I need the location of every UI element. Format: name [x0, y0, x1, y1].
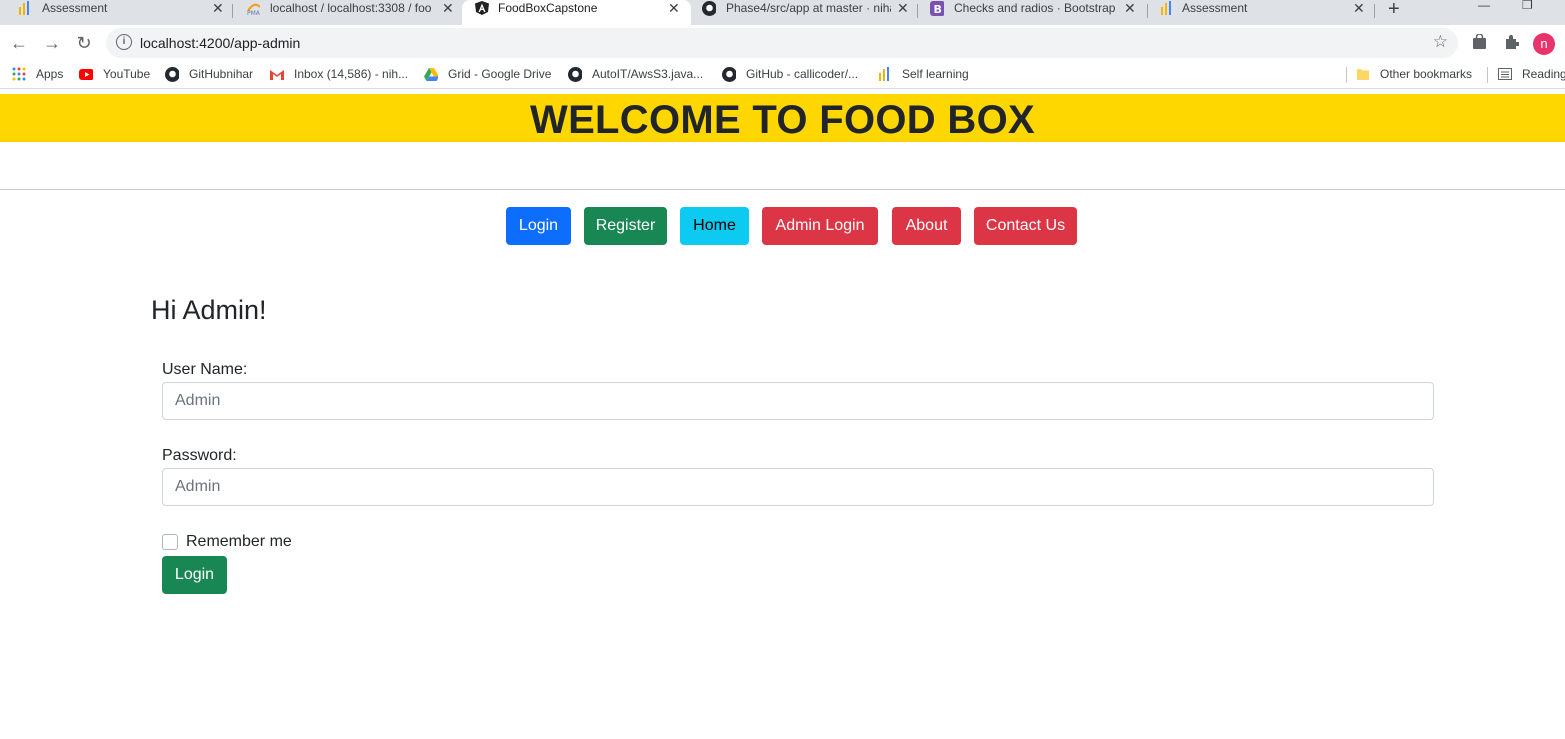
- address-bar[interactable]: i localhost:4200/app-admin ☆: [106, 28, 1458, 58]
- back-icon[interactable]: ←: [9, 33, 29, 53]
- bar-chart-icon: [1160, 1, 1174, 15]
- svg-text:B: B: [934, 3, 942, 16]
- gmail-icon: [270, 67, 284, 81]
- bookmark-star-icon[interactable]: ☆: [1433, 32, 1448, 52]
- bookmark-label: GitHubnihar: [189, 67, 254, 81]
- bookmark-callicoder[interactable]: GitHub - callicoder/...: [722, 66, 859, 82]
- bar-chart-icon: [18, 1, 32, 15]
- password-input[interactable]: Admin: [162, 468, 1434, 506]
- bookmark-apps[interactable]: Apps: [12, 67, 63, 81]
- close-icon[interactable]: ✕: [442, 0, 454, 16]
- tab-bootstrap[interactable]: B Checks and radios · Bootstrap v ✕: [919, 0, 1148, 25]
- bookmark-youtube[interactable]: YouTube: [79, 67, 150, 81]
- forward-icon[interactable]: →: [42, 33, 62, 53]
- tab-title: Phase4/src/app at master · niha: [726, 1, 891, 15]
- tab-github-phase4[interactable]: Phase4/src/app at master · niha ✕: [691, 0, 918, 25]
- info-icon[interactable]: i: [116, 34, 132, 50]
- bookmark-label: GitHub - callicoder/...: [746, 67, 859, 81]
- new-tab-button[interactable]: +: [1388, 0, 1400, 21]
- bookmark-githubnihar[interactable]: GitHubnihar: [165, 66, 254, 82]
- tab-strip: Assessment ✕ PMA localhost / localhost:3…: [0, 0, 1565, 25]
- minimize-icon[interactable]: —: [1478, 0, 1490, 12]
- tab-title: Assessment: [42, 1, 108, 15]
- bookmark-label: Grid - Google Drive: [448, 67, 552, 81]
- restore-icon[interactable]: ❐: [1522, 0, 1533, 12]
- folder-icon: [1356, 67, 1370, 81]
- tab-separator: [1374, 4, 1375, 18]
- divider: [0, 189, 1565, 190]
- bookmark-other[interactable]: Other bookmarks: [1356, 67, 1472, 81]
- admin-login-submit-button[interactable]: Login: [162, 556, 227, 594]
- nav-register-button[interactable]: Register: [584, 207, 667, 245]
- tab-phpmyadmin[interactable]: PMA localhost / localhost:3308 / foo ✕: [234, 0, 462, 25]
- close-icon[interactable]: ✕: [668, 0, 680, 16]
- bookmark-autoit[interactable]: AutoIT/AwsS3.java...: [568, 66, 704, 82]
- github-icon: [702, 0, 716, 16]
- angular-icon: [475, 1, 489, 15]
- shopping-bag-icon[interactable]: [1472, 33, 1487, 53]
- bookmark-grid-drive[interactable]: Grid - Google Drive: [424, 67, 551, 81]
- close-icon[interactable]: ✕: [212, 0, 224, 16]
- bookmark-label: Apps: [36, 67, 64, 81]
- browser-toolbar: ← → ↻ i localhost:4200/app-admin ☆: [0, 25, 1565, 61]
- bookmark-label: YouTube: [103, 67, 151, 81]
- banner-title: WELCOME TO FOOD BOX: [530, 98, 1035, 142]
- bookmark-divider: [1487, 67, 1488, 83]
- bookmark-label: AutoIT/AwsS3.java...: [592, 67, 704, 81]
- nav-login-button[interactable]: Login: [506, 207, 571, 245]
- bookmark-label: Reading: [1522, 67, 1565, 81]
- github-icon: [165, 66, 179, 82]
- bookmark-inbox[interactable]: Inbox (14,586) - nih...: [270, 67, 408, 81]
- username-input[interactable]: Admin: [162, 382, 1434, 420]
- reload-icon[interactable]: ↻: [74, 33, 94, 53]
- nav-home-button[interactable]: Home: [680, 207, 749, 245]
- bar-chart-icon: [878, 67, 892, 81]
- close-icon[interactable]: ✕: [1124, 0, 1136, 16]
- tab-assessment-1[interactable]: Assessment ✕: [0, 0, 233, 25]
- username-label: User Name:: [162, 361, 248, 378]
- nav-contact-us-button[interactable]: Contact Us: [974, 207, 1077, 245]
- bookmark-self-learning[interactable]: Self learning: [878, 67, 969, 81]
- bookmark-divider: [1346, 67, 1347, 83]
- bookmark-label: Other bookmarks: [1380, 67, 1473, 81]
- youtube-icon: [79, 67, 93, 81]
- remember-me-checkbox[interactable]: [162, 534, 178, 550]
- extensions-icon[interactable]: [1504, 34, 1520, 53]
- tab-assessment-2[interactable]: Assessment ✕: [1148, 0, 1375, 25]
- close-icon[interactable]: ✕: [1353, 0, 1365, 16]
- password-label: Password:: [162, 447, 237, 464]
- reading-list-icon: [1498, 67, 1512, 81]
- bookmark-label: Inbox (14,586) - nih...: [294, 67, 409, 81]
- tab-title: FoodBoxCapstone: [498, 1, 598, 15]
- tab-separator: [232, 4, 233, 18]
- tab-foodboxcapstone[interactable]: FoodBoxCapstone ✕: [462, 0, 691, 25]
- welcome-banner: WELCOME TO FOOD BOX: [0, 94, 1565, 142]
- tab-title: Checks and radios · Bootstrap v: [954, 1, 1119, 15]
- close-icon[interactable]: ✕: [897, 0, 909, 16]
- apps-grid-icon: [12, 67, 26, 81]
- nav-admin-login-button[interactable]: Admin Login: [762, 207, 878, 245]
- remember-me-label[interactable]: Remember me: [186, 533, 292, 551]
- page-heading: Hi Admin!: [151, 295, 267, 325]
- tab-separator: [917, 4, 918, 18]
- github-icon: [568, 66, 582, 82]
- tab-title: Assessment: [1182, 1, 1248, 15]
- reading-list[interactable]: Reading: [1498, 67, 1565, 81]
- nav-about-button[interactable]: About: [892, 207, 961, 245]
- svg-text:PMA: PMA: [247, 10, 260, 15]
- github-icon: [722, 66, 736, 82]
- tab-title: localhost / localhost:3308 / foo: [270, 1, 432, 15]
- profile-avatar[interactable]: n: [1533, 33, 1555, 55]
- url-text: localhost:4200/app-admin: [140, 35, 301, 51]
- phpmyadmin-icon: PMA: [246, 1, 260, 15]
- bookmark-label: Self learning: [902, 67, 969, 81]
- bookmarks-bar: Apps YouTube GitHubnihar Inbox (14,586) …: [0, 61, 1565, 89]
- bootstrap-icon: B: [930, 0, 944, 16]
- google-drive-icon: [424, 67, 438, 81]
